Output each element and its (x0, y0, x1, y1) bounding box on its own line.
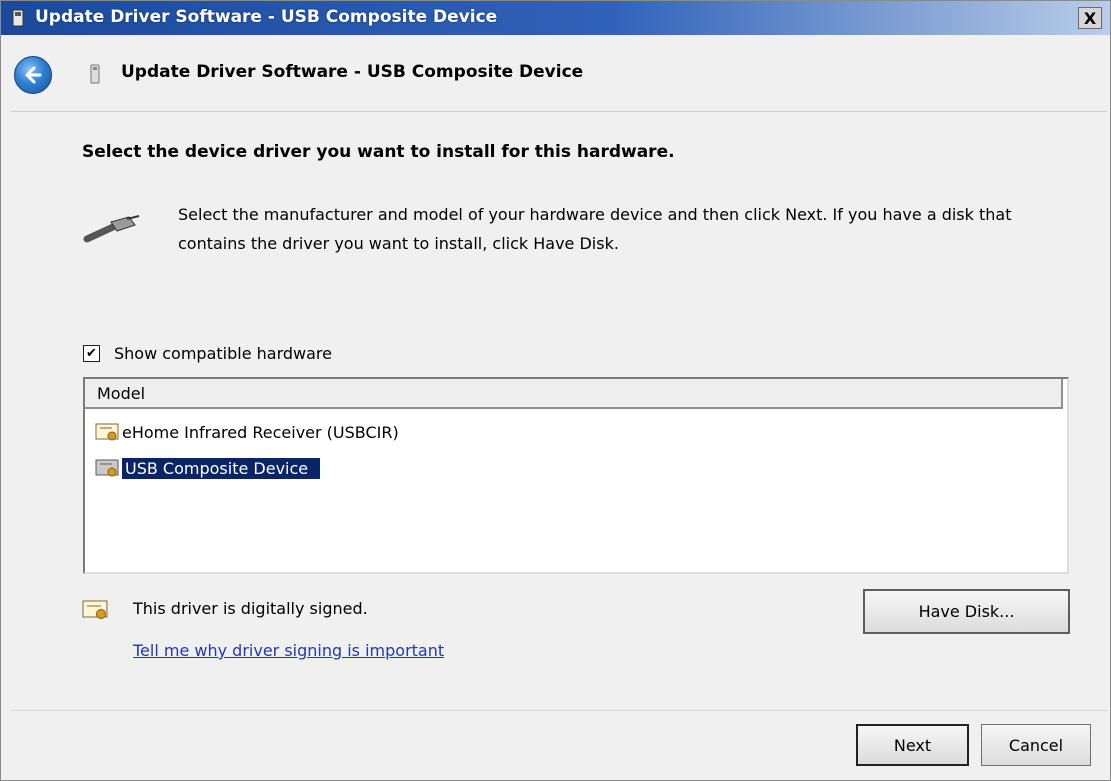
back-arrow-icon (25, 66, 42, 84)
check-mark-icon: ✔ (86, 345, 97, 361)
back-button[interactable] (14, 56, 52, 94)
driver-signing-link[interactable]: Tell me why driver signing is important (133, 641, 444, 660)
cancel-button[interactable]: Cancel (981, 724, 1091, 766)
column-header-label: Model (97, 384, 146, 403)
device-icon (12, 9, 24, 27)
close-button[interactable]: X (1078, 7, 1102, 29)
certificate-icon (95, 459, 119, 477)
have-disk-button[interactable]: Have Disk... (863, 589, 1070, 634)
section-heading: Select the device driver you want to ins… (82, 142, 675, 162)
page-title: Update Driver Software - USB Composite D… (121, 62, 584, 82)
window-title: Update Driver Software - USB Composite D… (35, 7, 498, 27)
usb-cable-icon (83, 215, 140, 243)
show-compatible-checkbox[interactable]: ✔ (83, 344, 100, 362)
list-item-label: eHome Infrared Receiver (USBCIR) (122, 422, 399, 442)
list-item[interactable]: eHome Infrared Receiver (USBCIR) (95, 417, 399, 447)
signed-status-text: This driver is digitally signed. (133, 599, 368, 618)
instruction-text: Select the manufacturer and model of you… (178, 205, 1012, 253)
next-label: Next (893, 735, 932, 755)
next-button[interactable]: Next (856, 724, 969, 766)
certificate-icon (82, 600, 108, 619)
content-panel: Select the device driver you want to ins… (11, 111, 1107, 711)
close-icon: X (1083, 8, 1097, 28)
have-disk-label: Have Disk... (918, 602, 1015, 621)
title-bar[interactable]: Update Driver Software - USB Composite D… (1, 1, 1110, 35)
list-item-label: USB Composite Device (122, 457, 321, 479)
device-icon (90, 64, 100, 84)
list-item[interactable]: USB Composite Device (95, 453, 321, 483)
certificate-icon (95, 423, 119, 441)
show-compatible-label[interactable]: Show compatible hardware (114, 344, 332, 363)
cancel-label: Cancel (1008, 735, 1064, 755)
update-driver-dialog: Update Driver Software - USB Composite D… (0, 0, 1111, 781)
show-compatible-row[interactable]: ✔ Show compatible hardware (83, 342, 332, 364)
model-list[interactable]: Model eHome Infrared Receiver (USBCIR) U… (83, 377, 1069, 574)
wizard-header: Update Driver Software - USB Composite D… (1, 35, 1110, 111)
model-column-header[interactable]: Model (85, 379, 1063, 409)
